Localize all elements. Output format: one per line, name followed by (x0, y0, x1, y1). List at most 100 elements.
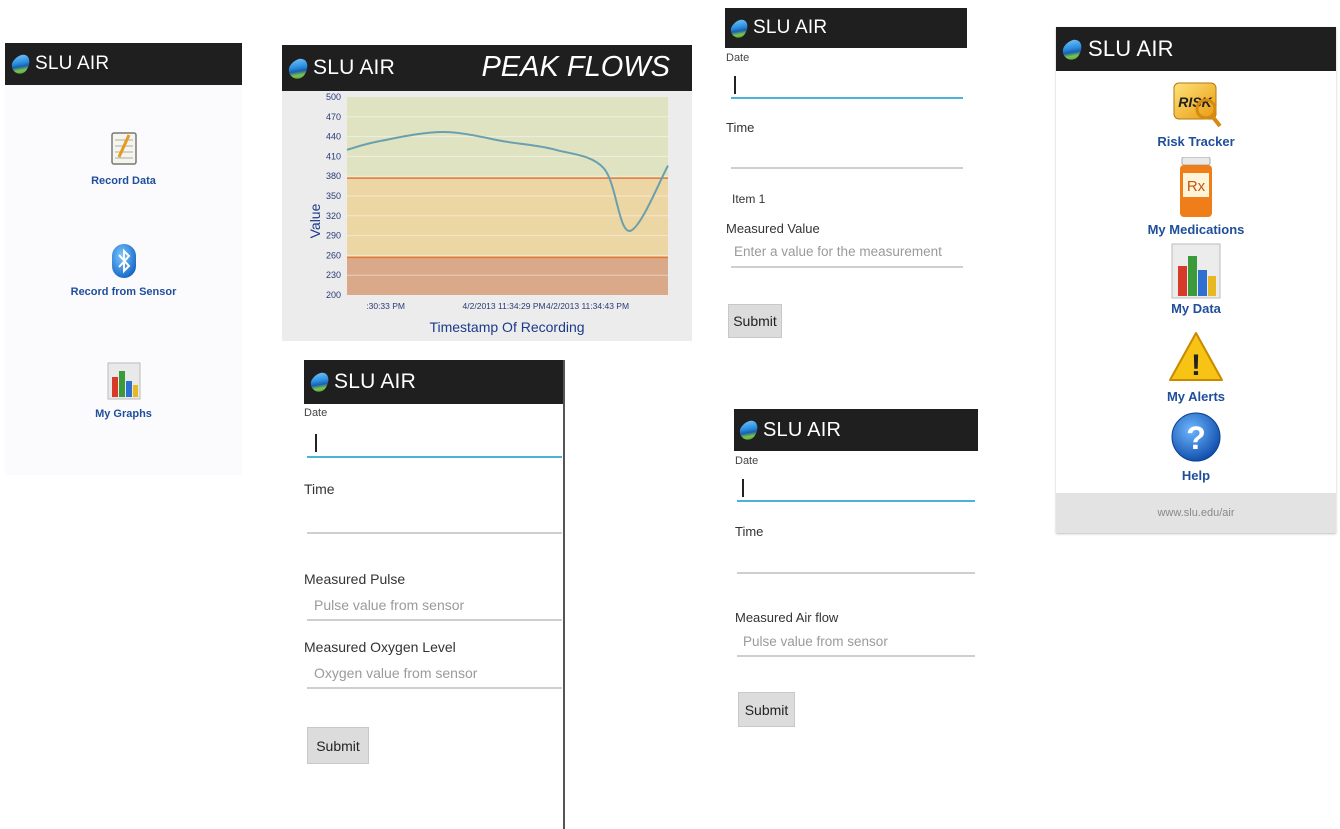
airflow-form-screen: SLU AIR Date Time Measured Air flow Puls… (734, 409, 978, 739)
y-tick-label: 410 (326, 151, 341, 161)
measured-oxygen-placeholder: Oxygen value from sensor (314, 665, 478, 681)
text-caret (742, 479, 744, 497)
rx-icon-label: Rx (1187, 178, 1206, 195)
pill-bottle-icon: Rx (1176, 156, 1216, 224)
measured-value-label: Measured Value (726, 221, 820, 236)
drop-logo-icon (307, 369, 333, 395)
measured-airflow-input[interactable]: Pulse value from sensor (737, 633, 975, 657)
y-tick-label: 320 (326, 211, 341, 221)
app-bar: SLU AIR (725, 8, 967, 48)
peak-flows-chart: 200 230 260 290 320 350 380 410 440 470 500 :30:33… (307, 92, 669, 335)
date-label: Date (304, 407, 328, 419)
date-input-underline (737, 500, 975, 502)
drop-logo-icon (727, 15, 752, 41)
x-tick-label: 4/2/2013 11:34:43 PM (546, 301, 629, 311)
app-logo: SLU AIR (1059, 35, 1174, 63)
footer-url[interactable]: www.slu.edu/air (1056, 493, 1336, 533)
warning-icon-label: ! (1191, 349, 1201, 382)
measured-value-placeholder: Enter a value for the measurement (734, 244, 942, 259)
submit-button[interactable]: Submit (307, 727, 369, 764)
app-bar: SLU AIR (304, 360, 563, 404)
app-bar: SLU AIR PEAK FLOWS (282, 45, 692, 91)
app-logo: SLU AIR (736, 417, 841, 443)
menu-item-label: My Alerts (1166, 389, 1226, 404)
y-tick-label: 470 (326, 112, 341, 122)
app-title: SLU AIR (313, 56, 395, 79)
risk-icon: RISK (1168, 79, 1224, 136)
measured-pulse-placeholder: Pulse value from sensor (314, 597, 465, 613)
x-tick-label: :30:33 PM (366, 301, 405, 311)
menu-item-my-alerts[interactable]: ! My Alerts (1056, 331, 1336, 404)
menu-item-help[interactable]: ? Help (1056, 411, 1336, 483)
submit-button[interactable]: Submit (728, 304, 782, 338)
time-input-underline (307, 532, 562, 534)
app-logo: SLU AIR (727, 15, 827, 41)
menu-item-label: My Medications (1147, 222, 1245, 237)
app-title: SLU AIR (334, 370, 416, 393)
menu-item-my-data[interactable]: My Data (1056, 242, 1336, 316)
date-input[interactable] (731, 70, 963, 99)
help-icon-label: ? (1186, 420, 1206, 456)
measured-airflow-placeholder: Pulse value from sensor (743, 634, 888, 649)
text-caret (315, 434, 317, 452)
date-input-underline (307, 456, 562, 458)
bar-chart-icon (106, 361, 142, 406)
app-title: SLU AIR (35, 53, 110, 74)
y-tick-label: 440 (326, 132, 341, 142)
measured-oxygen-underline (307, 687, 562, 689)
main-menu-screen: SLU AIR Record Data Record from Sensor M… (5, 43, 242, 475)
measured-value-input[interactable]: Enter a value for the measurement (731, 242, 963, 268)
chart-title: PEAK FLOWS (481, 51, 670, 83)
app-logo: SLU AIR (285, 54, 395, 82)
time-label: Time (726, 120, 755, 135)
time-input-underline (737, 572, 975, 574)
peak-flows-screen: SLU AIR PEAK FLOWS 200 230 260 290 320 350 380… (282, 45, 692, 341)
y-tick-label: 230 (326, 270, 341, 280)
app-bar: SLU AIR (5, 43, 242, 85)
time-input[interactable] (307, 502, 562, 534)
time-label: Time (735, 524, 764, 539)
notepad-icon (109, 131, 139, 172)
submit-button[interactable]: Submit (738, 692, 795, 727)
y-tick-label: 200 (326, 290, 341, 300)
help-icon: ? (1170, 411, 1222, 468)
record-data-form-screen: SLU AIR Date Time Item 1 Measured Value … (725, 8, 967, 348)
item-label: Item 1 (732, 192, 766, 206)
y-axis-label: Value (307, 203, 323, 238)
app-bar: SLU AIR (734, 409, 978, 451)
bar-chart-icon (1170, 242, 1222, 305)
menu-item-record-data[interactable]: Record Data (5, 131, 242, 187)
drop-logo-icon (285, 54, 312, 82)
drop-logo-icon (736, 417, 762, 443)
menu-item-my-graphs[interactable]: My Graphs (5, 361, 242, 420)
chart-band (347, 257, 668, 295)
measured-oxygen-input[interactable]: Oxygen value from sensor (307, 664, 562, 689)
measured-value-underline (731, 266, 963, 268)
x-axis-label: Timestamp Of Recording (429, 319, 584, 335)
time-label: Time (304, 481, 335, 497)
y-tick-label: 260 (326, 250, 341, 260)
measured-airflow-label: Measured Air flow (735, 610, 839, 625)
menu-item-record-from-sensor[interactable]: Record from Sensor (5, 243, 242, 298)
measured-pulse-underline (307, 619, 562, 621)
app-bar: SLU AIR (1056, 27, 1336, 71)
menu-item-label: My Data (1171, 301, 1221, 316)
date-input[interactable] (307, 426, 562, 458)
menu-item-risk-tracker[interactable]: RISK Risk Tracker (1056, 79, 1336, 149)
measured-pulse-input[interactable]: Pulse value from sensor (307, 596, 562, 621)
date-input[interactable] (737, 473, 975, 502)
measured-pulse-label: Measured Pulse (304, 571, 406, 587)
menu-item-label: My Graphs (95, 408, 152, 420)
measured-oxygen-label: Measured Oxygen Level (304, 639, 456, 655)
app-logo: SLU AIR (307, 369, 416, 395)
y-tick-label: 500 (326, 92, 341, 102)
time-input[interactable] (731, 140, 963, 169)
date-label: Date (726, 52, 750, 64)
time-input[interactable] (737, 545, 975, 574)
warning-icon: ! (1168, 331, 1224, 388)
bluetooth-icon (110, 243, 138, 284)
date-input-underline (731, 97, 963, 99)
menu-item-my-medications[interactable]: Rx My Medications (1056, 156, 1336, 237)
menu-item-label: Risk Tracker (1157, 134, 1235, 149)
drop-logo-icon (8, 51, 34, 77)
